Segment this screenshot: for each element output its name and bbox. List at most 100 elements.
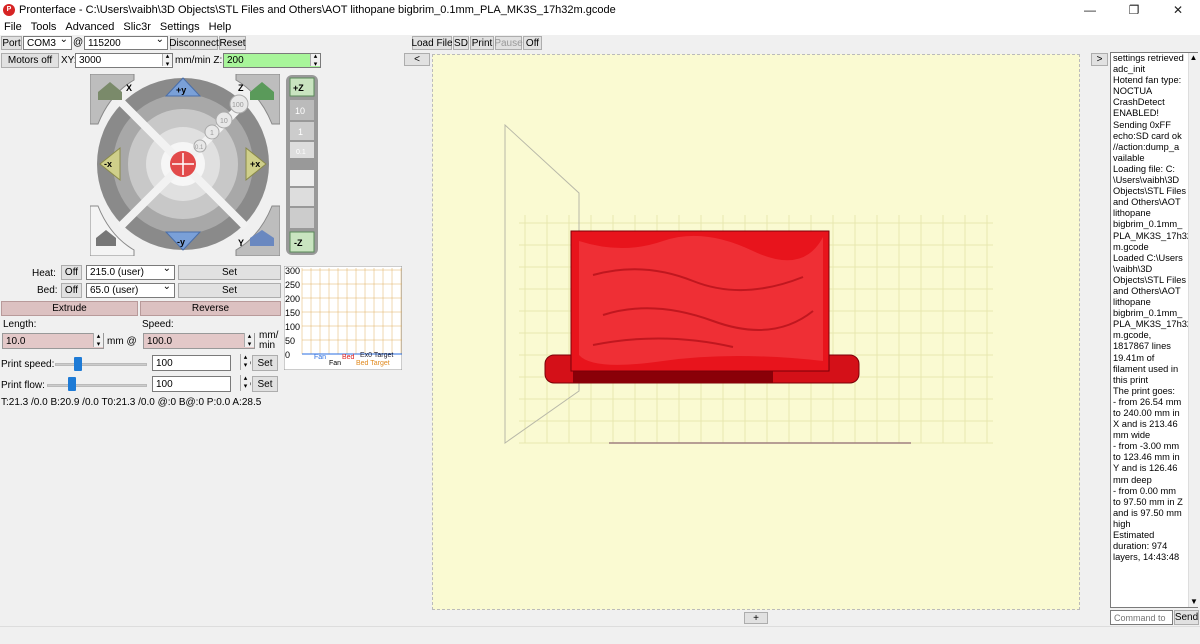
temperature-graph: 300 250 200 150 100 50 0 Fan Bed Ex0 Target Fa…: [284, 266, 402, 370]
heat-set-button[interactable]: Set: [178, 265, 281, 280]
extrude-length-input[interactable]: 10.0: [2, 333, 104, 349]
log-line: filament used in: [1113, 363, 1179, 374]
bed-label: Bed:: [37, 285, 58, 296]
log-line: adc_init: [1113, 64, 1146, 75]
log-line: NOCTUA: [1113, 86, 1153, 97]
print-speed-value: 100: [156, 357, 173, 369]
scroll-down-icon[interactable]: ▼: [1189, 597, 1199, 607]
print-speed-slider-thumb[interactable]: [74, 357, 82, 371]
print-speed-slider[interactable]: [55, 363, 147, 366]
maximize-button[interactable]: ❐: [1112, 0, 1156, 19]
baud-value: 115200: [88, 37, 121, 49]
menu-tools[interactable]: Tools: [31, 21, 57, 33]
plus-z-label: +Z: [293, 83, 304, 93]
mm-min-label: mm/ min: [259, 330, 279, 351]
log-line: ENABLED!: [1113, 108, 1159, 119]
pause-button[interactable]: Pause: [494, 36, 523, 50]
menu-advanced[interactable]: Advanced: [65, 21, 114, 33]
collapse-left-button[interactable]: <: [404, 53, 430, 66]
xy-jog-wheel[interactable]: X Z Y +y -y -x +x 100 10 1 0.1: [90, 74, 280, 256]
viewer-expand-button[interactable]: +: [744, 612, 768, 624]
menu-slic3r[interactable]: Slic3r: [123, 21, 151, 33]
log-line: bigbrim_0.1mm_: [1113, 219, 1183, 230]
z-step-10-down[interactable]: [290, 208, 314, 228]
graph-tick-label: 250: [285, 280, 300, 290]
mm-min-z-label: mm/min Z:: [175, 55, 223, 66]
minus-x-label: -x: [104, 159, 112, 169]
z-step-1-down[interactable]: [290, 188, 314, 206]
z-feedrate-input[interactable]: 200: [223, 53, 321, 68]
extrude-length-value: 10.0: [6, 335, 26, 347]
graph-tick-label: 150: [285, 308, 300, 318]
bed-temp-select[interactable]: 65.0 (user): [86, 283, 175, 298]
console-scrollbar[interactable]: ▲ ▼: [1188, 53, 1198, 607]
off-button[interactable]: Off: [523, 36, 542, 50]
menu-bar: File Tools Advanced Slic3r Settings Help: [0, 19, 1200, 35]
print-speed-spinner[interactable]: %: [232, 354, 251, 371]
bed-temp-value: 65.0 (user): [90, 285, 139, 296]
z-step-01-down[interactable]: [290, 170, 314, 186]
reverse-button[interactable]: Reverse: [140, 301, 281, 316]
console-log[interactable]: settings retrieved adc_init Hotend fan typ…: [1110, 52, 1198, 608]
extrude-button[interactable]: Extrude: [1, 301, 138, 316]
extrude-speed-value: 100.0: [147, 335, 173, 347]
port-button[interactable]: Port: [1, 36, 22, 50]
log-line: high: [1113, 518, 1131, 529]
minus-y-label: -y: [177, 237, 185, 247]
print-flow-value: 100: [156, 378, 173, 390]
reset-button[interactable]: Reset: [219, 36, 246, 50]
menu-file[interactable]: File: [4, 21, 22, 33]
log-line: Sending 0xFF: [1113, 119, 1171, 130]
print-speed-set-button[interactable]: Set: [252, 355, 278, 371]
log-line: and Others\AOT: [1113, 197, 1181, 208]
home-x-label: X: [126, 83, 132, 93]
log-line: The print goes:: [1113, 385, 1176, 396]
heat-off-button[interactable]: Off: [61, 265, 82, 280]
disconnect-button[interactable]: Disconnect: [169, 36, 219, 50]
port-select[interactable]: COM3: [23, 36, 72, 50]
legend-bed-target: Bed Target: [356, 360, 390, 367]
zstep-01-label: 0.1: [296, 149, 306, 156]
load-file-button[interactable]: Load File: [411, 36, 453, 50]
sd-button[interactable]: SD: [453, 36, 469, 50]
command-input[interactable]: [1110, 610, 1173, 625]
print-speed-pct: %: [242, 357, 251, 368]
z-jog-strip[interactable]: +Z -Z 10 1 0.1: [285, 74, 319, 256]
legend-bed: Bed: [342, 354, 355, 361]
log-line: m.gcode,: [1113, 330, 1152, 341]
baud-select[interactable]: 115200: [84, 36, 168, 50]
motors-off-button[interactable]: Motors off: [1, 53, 59, 68]
print-flow-spinner[interactable]: %: [232, 375, 251, 392]
extrude-speed-input[interactable]: 100.0: [143, 333, 255, 349]
print-button[interactable]: Print: [470, 36, 494, 50]
graph-tick-label: 100: [285, 322, 300, 332]
print-speed-label: Print speed:: [1, 359, 55, 370]
collapse-right-button[interactable]: >: [1091, 53, 1108, 66]
print-speed-input[interactable]: 100: [152, 355, 231, 371]
log-line: to 97.50 mm in Z: [1113, 496, 1183, 507]
speed-label: Speed:: [142, 319, 174, 330]
menu-help[interactable]: Help: [209, 21, 232, 33]
print-flow-input[interactable]: 100: [152, 376, 231, 392]
menu-settings[interactable]: Settings: [160, 21, 200, 33]
log-line: bigbrim_0.1mm_: [1113, 308, 1183, 319]
print-flow-slider[interactable]: [47, 384, 147, 387]
minimize-button[interactable]: —: [1068, 0, 1112, 19]
gcode-3d-viewport[interactable]: [432, 54, 1080, 610]
close-button[interactable]: ✕: [1156, 0, 1200, 19]
send-button[interactable]: Send: [1174, 610, 1199, 625]
graph-tick-label: 200: [285, 294, 300, 304]
log-line: layers, 14:43:48: [1113, 552, 1180, 563]
xy-feedrate-input[interactable]: 3000: [75, 53, 173, 68]
heat-label: Heat:: [32, 268, 56, 279]
print-flow-slider-thumb[interactable]: [68, 377, 76, 391]
bed-off-button[interactable]: Off: [61, 283, 82, 298]
print-flow-set-button[interactable]: Set: [252, 376, 278, 392]
status-bar: [0, 626, 1200, 644]
window-title: Pronterface - C:\Users\vaibh\3D Objects\…: [19, 3, 616, 16]
heat-temp-select[interactable]: 215.0 (user): [86, 265, 175, 280]
plus-y-label: +y: [176, 85, 186, 95]
bed-set-button[interactable]: Set: [178, 283, 281, 298]
gcode-preview[interactable]: [433, 55, 1081, 611]
log-line: settings retrieved: [1113, 53, 1184, 63]
